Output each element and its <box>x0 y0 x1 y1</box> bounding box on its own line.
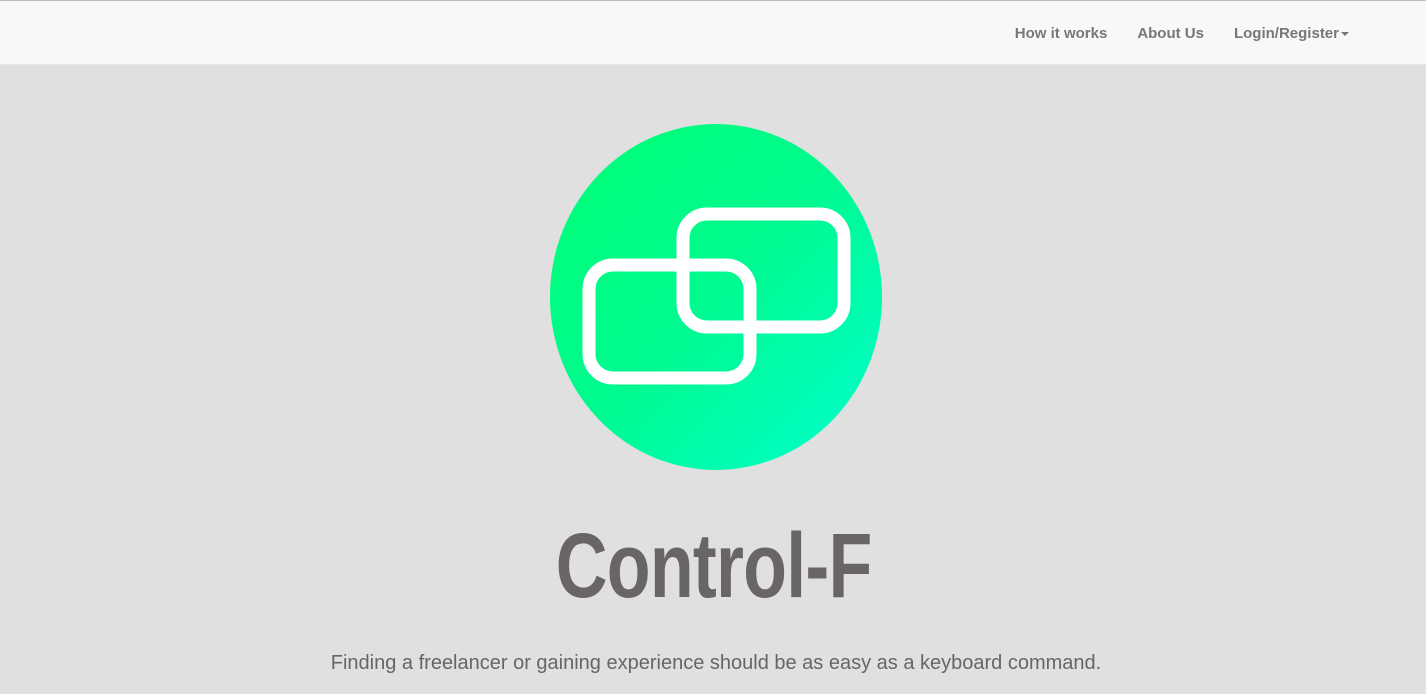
nav-links: How it works About Us Login/Register <box>1000 1 1364 65</box>
nav-how-it-works-link[interactable]: How it works <box>1000 25 1123 42</box>
logo-icon <box>550 124 882 470</box>
page-title: Control-F <box>555 515 873 617</box>
tagline: Finding a freelancer or gaining experien… <box>330 652 1102 674</box>
caret-down-icon <box>1341 32 1349 36</box>
login-register-label: Login/Register <box>1233 24 1339 42</box>
nav-about-us-link[interactable]: About Us <box>1122 25 1219 42</box>
logo-circle <box>550 124 882 470</box>
nav-login-register-dropdown[interactable]: Login/Register <box>1219 25 1364 42</box>
navbar: How it works About Us Login/Register <box>0 0 1426 65</box>
hero-section: Control-F Finding a freelancer or gainin… <box>0 65 1426 694</box>
